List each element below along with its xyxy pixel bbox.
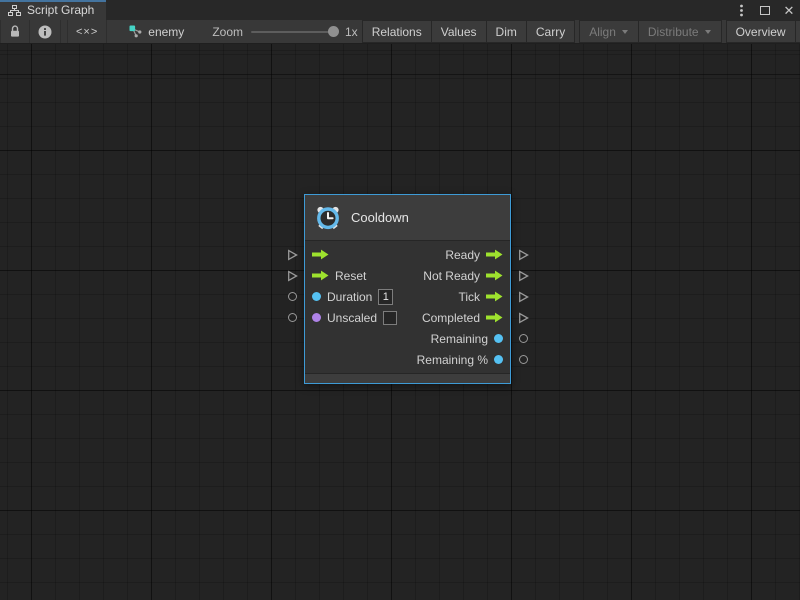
carry-button[interactable]: Carry	[527, 20, 575, 43]
zoom-slider[interactable]	[251, 31, 337, 33]
breadcrumb-label: enemy	[148, 25, 184, 39]
info-button[interactable]	[30, 20, 61, 43]
toolbar-button-label: Overview	[736, 25, 786, 39]
lock-button[interactable]	[0, 20, 30, 43]
flow-port-arrow-icon[interactable]	[486, 291, 503, 302]
port-label: Reset	[335, 269, 366, 283]
code-preview-button[interactable]: <×>	[67, 20, 107, 43]
flow-port-arrow-icon[interactable]	[486, 249, 503, 260]
port-label: Completed	[422, 311, 480, 325]
tab-script-graph[interactable]: Script Graph	[0, 0, 106, 20]
port-label: Ready	[445, 248, 480, 262]
dim-button[interactable]: Dim	[487, 20, 527, 43]
cooldown-node[interactable]: Cooldown Ready Reset Not Ready Duration Tick…	[304, 194, 511, 384]
node-port-row: Reset Not Ready	[312, 265, 503, 286]
cooldown-node-wrap: Cooldown Ready Reset Not Ready Duration Tick…	[304, 194, 511, 384]
toolbar-button-group: Relations Values Dim Carry	[362, 20, 576, 43]
alarm-clock-icon	[315, 205, 341, 231]
toolbar-button-label: Align	[589, 25, 616, 39]
toolbar-button-label: Distribute	[648, 25, 699, 39]
graph-canvas[interactable]: Cooldown Ready Reset Not Ready Duration Tick…	[0, 44, 800, 600]
flow-port-arrow-icon[interactable]	[486, 312, 503, 323]
right-outer-flow-port[interactable]	[517, 290, 529, 303]
toolbar-button-label: Relations	[372, 25, 422, 39]
left-outer-value-port[interactable]	[286, 290, 298, 303]
value-port-dot-icon[interactable]	[312, 313, 321, 322]
zoom-label: Zoom	[212, 25, 243, 39]
align-button: Align	[579, 20, 639, 43]
breadcrumb[interactable]: enemy	[129, 20, 184, 43]
node-port-row: Remaining	[312, 328, 503, 349]
graph-hierarchy-icon	[8, 5, 21, 16]
code-icon: <×>	[76, 26, 98, 38]
graph-toolbar: <×> enemy Zoom 1x Relations Values Dim Carr…	[0, 20, 800, 44]
flow-port-arrow-icon[interactable]	[486, 270, 503, 281]
right-outer-flow-port[interactable]	[517, 269, 529, 282]
left-outer-value-port[interactable]	[286, 311, 298, 324]
maximize-icon[interactable]	[758, 3, 772, 17]
distribute-button: Distribute	[639, 20, 722, 43]
overview-button[interactable]: Overview	[726, 20, 796, 43]
right-outer-flow-port[interactable]	[517, 248, 529, 261]
port-label: Unscaled	[327, 311, 377, 325]
value-port-dot-icon[interactable]	[312, 292, 321, 301]
info-icon	[38, 25, 52, 39]
node-body: Ready Reset Not Ready Duration Tick Unscaled C…	[305, 241, 510, 373]
right-outer-value-port[interactable]	[517, 353, 529, 366]
port-label: Remaining	[431, 332, 488, 346]
toolbar-button-label: Dim	[496, 25, 517, 39]
port-label: Remaining %	[417, 353, 488, 367]
active-tab-accent	[0, 0, 106, 2]
node-port-row: Ready	[312, 244, 503, 265]
zoom-slider-knob[interactable]	[328, 26, 339, 37]
values-button[interactable]: Values	[432, 20, 487, 43]
chevron-down-icon	[704, 29, 712, 35]
node-header[interactable]: Cooldown	[305, 195, 510, 241]
graph-node-icon	[129, 25, 142, 38]
unscaled-checkbox[interactable]	[383, 311, 397, 325]
toolbar-button-label: Carry	[536, 25, 565, 39]
duration-value-input[interactable]	[378, 289, 393, 305]
tab-bar: Script Graph ✕	[0, 0, 800, 20]
flow-port-arrow-icon[interactable]	[312, 270, 329, 281]
node-title: Cooldown	[351, 210, 409, 225]
right-outer-value-port[interactable]	[517, 332, 529, 345]
value-port-dot-icon[interactable]	[494, 355, 503, 364]
flow-port-arrow-icon[interactable]	[312, 249, 329, 260]
toolbar-toggle-buttons: Relations Values Dim Carry Align Distribute Ov…	[358, 20, 800, 43]
chevron-down-icon	[621, 29, 629, 35]
left-outer-flow-port[interactable]	[286, 269, 298, 282]
node-port-row: Unscaled Completed	[312, 307, 503, 328]
window-controls: ✕	[734, 0, 796, 20]
node-port-row: Remaining %	[312, 349, 503, 370]
script-graph-window: Script Graph ✕	[0, 0, 800, 600]
port-label: Duration	[327, 290, 372, 304]
close-icon[interactable]: ✕	[782, 3, 796, 17]
left-outer-flow-port[interactable]	[286, 248, 298, 261]
node-footer	[305, 373, 510, 383]
right-outer-flow-port[interactable]	[517, 311, 529, 324]
full-screen-button[interactable]: Full Screen	[796, 20, 800, 43]
value-port-dot-icon[interactable]	[494, 334, 503, 343]
menu-icon[interactable]	[734, 3, 748, 17]
node-port-row: Duration Tick	[312, 286, 503, 307]
toolbar-button-group: Align Distribute	[579, 20, 721, 43]
toolbar-button-group: Overview Full Screen	[726, 20, 800, 43]
tab-label: Script Graph	[27, 3, 94, 17]
port-label: Tick	[458, 290, 480, 304]
toolbar-button-label: Values	[441, 25, 477, 39]
lock-icon	[9, 25, 21, 38]
zoom-value: 1x	[345, 25, 358, 39]
relations-button[interactable]: Relations	[362, 20, 432, 43]
zoom-control: Zoom 1x	[212, 20, 357, 43]
port-label: Not Ready	[423, 269, 480, 283]
